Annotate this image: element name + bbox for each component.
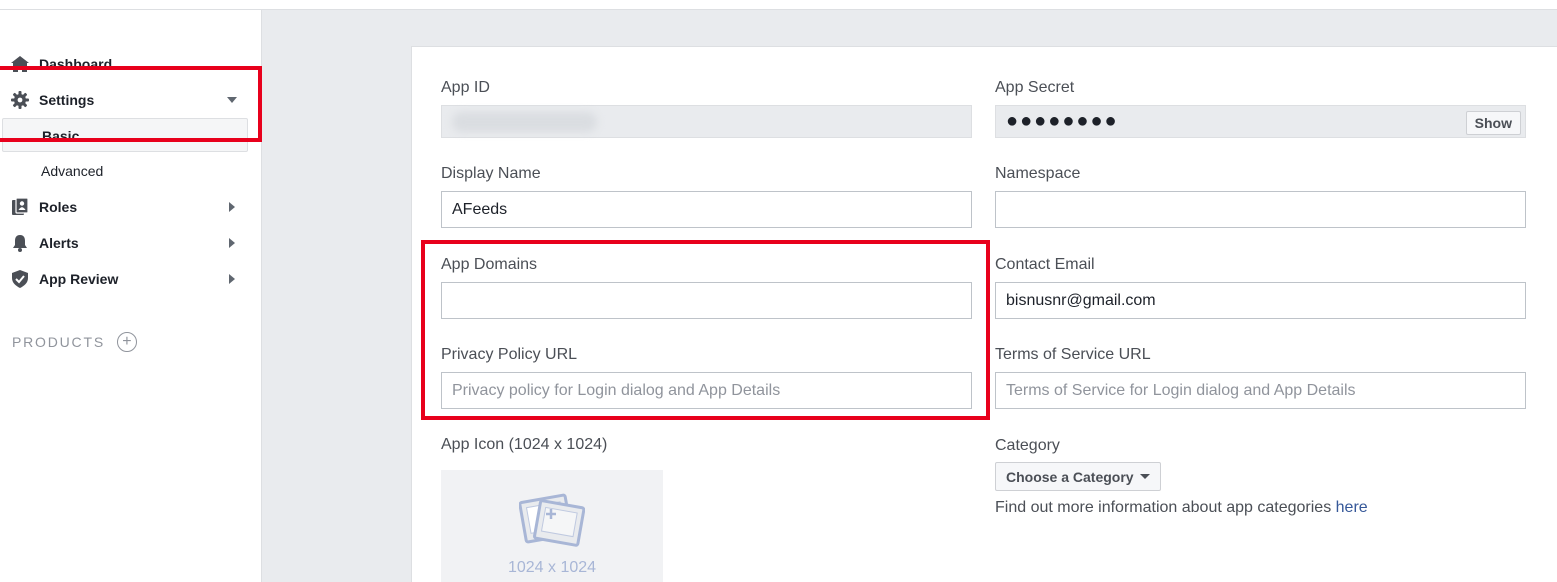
- app-secret-field: ●●●●●●●● Show: [995, 105, 1526, 138]
- display-name-input[interactable]: [441, 191, 972, 228]
- sidebar-item-alerts[interactable]: Alerts: [0, 225, 250, 261]
- sidebar-subitem-advanced[interactable]: Advanced: [2, 154, 248, 188]
- terms-of-service-input[interactable]: [995, 372, 1526, 409]
- app-domains-input[interactable]: [441, 282, 972, 319]
- sidebar-item-app-review[interactable]: App Review: [0, 261, 250, 297]
- app-id-label: App ID: [441, 79, 490, 96]
- privacy-policy-input[interactable]: [441, 372, 972, 409]
- sidebar-item-label: Alerts: [39, 235, 79, 251]
- products-label: PRODUCTS: [12, 334, 105, 350]
- choose-category-dropdown[interactable]: Choose a Category: [995, 462, 1161, 491]
- namespace-input[interactable]: [995, 191, 1526, 228]
- sidebar-item-label: Dashboard: [39, 56, 113, 72]
- sidebar-item-dashboard[interactable]: Dashboard: [0, 46, 250, 82]
- top-bar: [0, 0, 1557, 10]
- app-icon-size-text: 1024 x 1024: [507, 559, 597, 576]
- contact-email-label: Contact Email: [995, 256, 1095, 273]
- app-id-blurred-value: [452, 111, 597, 132]
- app-icon-label: App Icon (1024 x 1024): [441, 436, 608, 453]
- app-secret-value: ●●●●●●●●: [1006, 110, 1119, 132]
- image-upload-icon: [518, 490, 586, 553]
- show-secret-button[interactable]: Show: [1465, 111, 1521, 135]
- sidebar-item-label: App Review: [39, 271, 119, 287]
- namespace-label: Namespace: [995, 165, 1081, 182]
- home-icon: [10, 55, 30, 73]
- chevron-right-icon: [226, 274, 238, 284]
- terms-of-service-label: Terms of Service URL: [995, 346, 1151, 363]
- products-add[interactable]: PRODUCTS +: [12, 332, 137, 352]
- contact-email-input[interactable]: [995, 282, 1526, 319]
- category-info-label: Find out more information about app cate…: [995, 499, 1332, 516]
- add-circle-icon[interactable]: +: [116, 332, 137, 352]
- sidebar-item-label: Settings: [39, 92, 95, 108]
- category-info-text: Find out more information about app cate…: [995, 499, 1368, 517]
- chevron-down-icon: [226, 95, 238, 105]
- category-info-link[interactable]: here: [1336, 499, 1368, 516]
- chevron-right-icon: [226, 238, 238, 248]
- category-label: Category: [995, 437, 1060, 454]
- app-icon-upload[interactable]: 1024 x 1024: [441, 470, 663, 582]
- app-id-field: [441, 105, 972, 138]
- choose-category-label: Choose a Category: [1006, 468, 1134, 485]
- chevron-right-icon: [226, 202, 238, 212]
- roles-icon: [10, 198, 30, 216]
- sidebar-item-label: Roles: [39, 199, 78, 215]
- caret-down-icon: [1139, 474, 1150, 479]
- app-domains-label: App Domains: [441, 256, 538, 273]
- sidebar-item-settings[interactable]: Settings: [0, 82, 250, 118]
- shield-check-icon: [10, 270, 30, 288]
- app-secret-label: App Secret: [995, 79, 1075, 96]
- sidebar-subitem-label: Advanced: [41, 163, 104, 179]
- gear-icon: [10, 91, 30, 109]
- bell-icon: [10, 234, 30, 252]
- sidebar-subitem-basic[interactable]: Basic: [2, 118, 248, 152]
- sidebar-item-roles[interactable]: Roles: [0, 189, 250, 225]
- display-name-label: Display Name: [441, 165, 541, 182]
- privacy-policy-label: Privacy Policy URL: [441, 346, 578, 363]
- sidebar-subitem-label: Basic: [42, 128, 80, 144]
- sidebar: Dashboard Settings Basic Advanced Roles …: [0, 10, 262, 582]
